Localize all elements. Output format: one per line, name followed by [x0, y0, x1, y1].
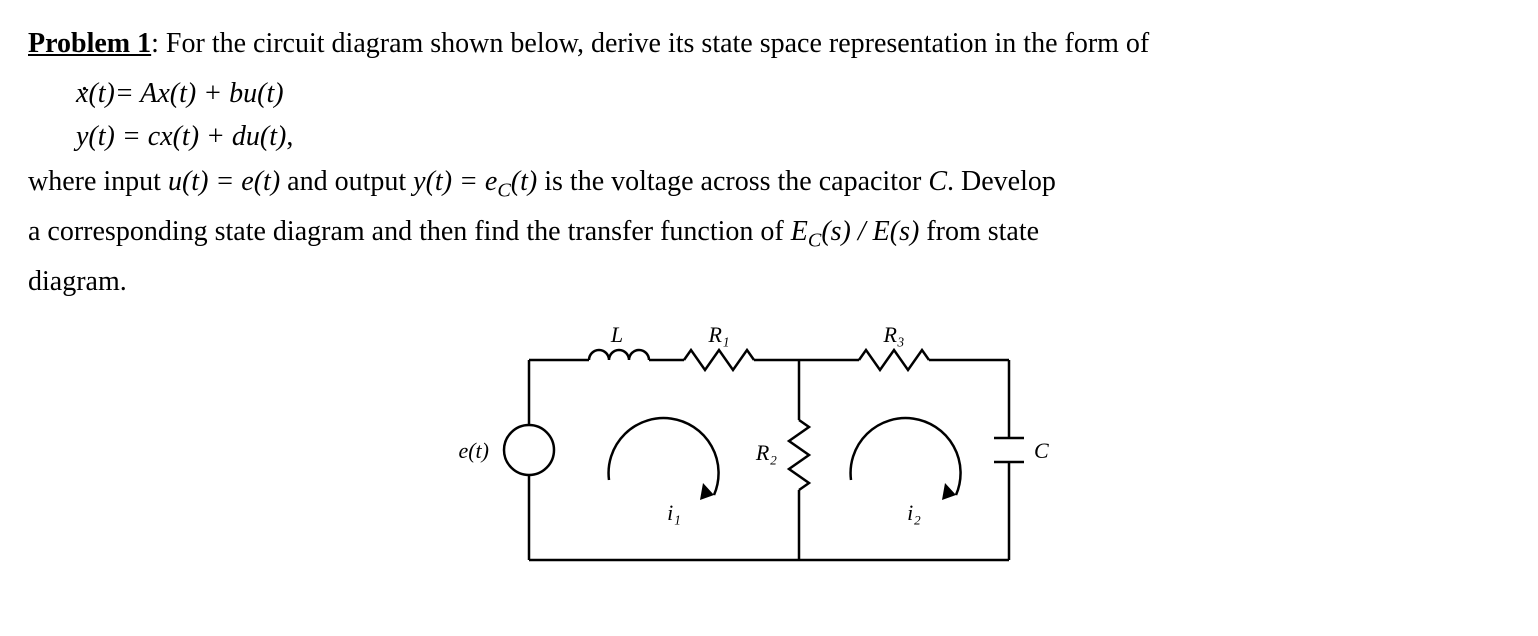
equations: x(t) = Ax(t) + bu(t) y(t) = cx(t) + du(t… — [76, 72, 1510, 159]
label-i2: i₂ — [907, 500, 921, 525]
b1a: where input — [28, 166, 168, 197]
circuit-diagram-container: e(t) L R₁ R₃ R₂ C i₁ i₂ — [28, 310, 1510, 590]
eq1-arg: (t) — [88, 72, 114, 115]
problem-statement: Problem 1: For the circuit diagram shown… — [28, 20, 1510, 68]
xdot-symbol: x — [76, 72, 88, 115]
body-line-2: a corresponding state diagram and then f… — [28, 208, 1510, 258]
b1f: is the voltage across the capacitor — [537, 166, 928, 197]
b1e: (t) — [511, 166, 537, 197]
b1b: u(t) = e(t) — [168, 166, 280, 197]
eq2-text: y(t) = cx(t) + du(t) — [76, 115, 286, 158]
intro-text: : For the circuit diagram shown below, d… — [151, 28, 1149, 59]
equation-1: x(t) = Ax(t) + bu(t) — [76, 72, 1510, 115]
b1g: C — [928, 166, 947, 197]
label-R3: R₃ — [882, 322, 904, 347]
page: Problem 1: For the circuit diagram shown… — [0, 0, 1538, 636]
b2c: (s) / E(s) — [821, 216, 919, 247]
label-R2: R₂ — [755, 440, 777, 465]
b2d: from state — [919, 216, 1039, 247]
b3: diagram. — [28, 266, 127, 297]
eq-trailer: , — [286, 115, 293, 158]
b1c: and output — [280, 166, 413, 197]
b2b: E — [791, 216, 808, 247]
body-line-1: where input u(t) = e(t) and output y(t) … — [28, 158, 1510, 208]
problem-label: Problem 1 — [28, 28, 151, 59]
b1d-sub: C — [497, 180, 510, 202]
label-C: C — [1034, 438, 1049, 463]
b1h: . Develop — [947, 166, 1056, 197]
label-R1: R₁ — [707, 322, 729, 347]
circuit-diagram: e(t) L R₁ R₃ R₂ C i₁ i₂ — [459, 310, 1079, 590]
label-i1: i₁ — [667, 500, 681, 525]
equation-2: y(t) = cx(t) + du(t) , — [76, 115, 1510, 158]
label-L: L — [610, 322, 623, 347]
eq1-rhs: = Ax(t) + bu(t) — [115, 72, 284, 115]
b1d: y(t) = e — [413, 166, 497, 197]
label-source: e(t) — [459, 438, 489, 463]
b2a: a corresponding state diagram and then f… — [28, 216, 791, 247]
b2b-sub: C — [808, 230, 821, 252]
body-line-3: diagram. — [28, 258, 1510, 306]
